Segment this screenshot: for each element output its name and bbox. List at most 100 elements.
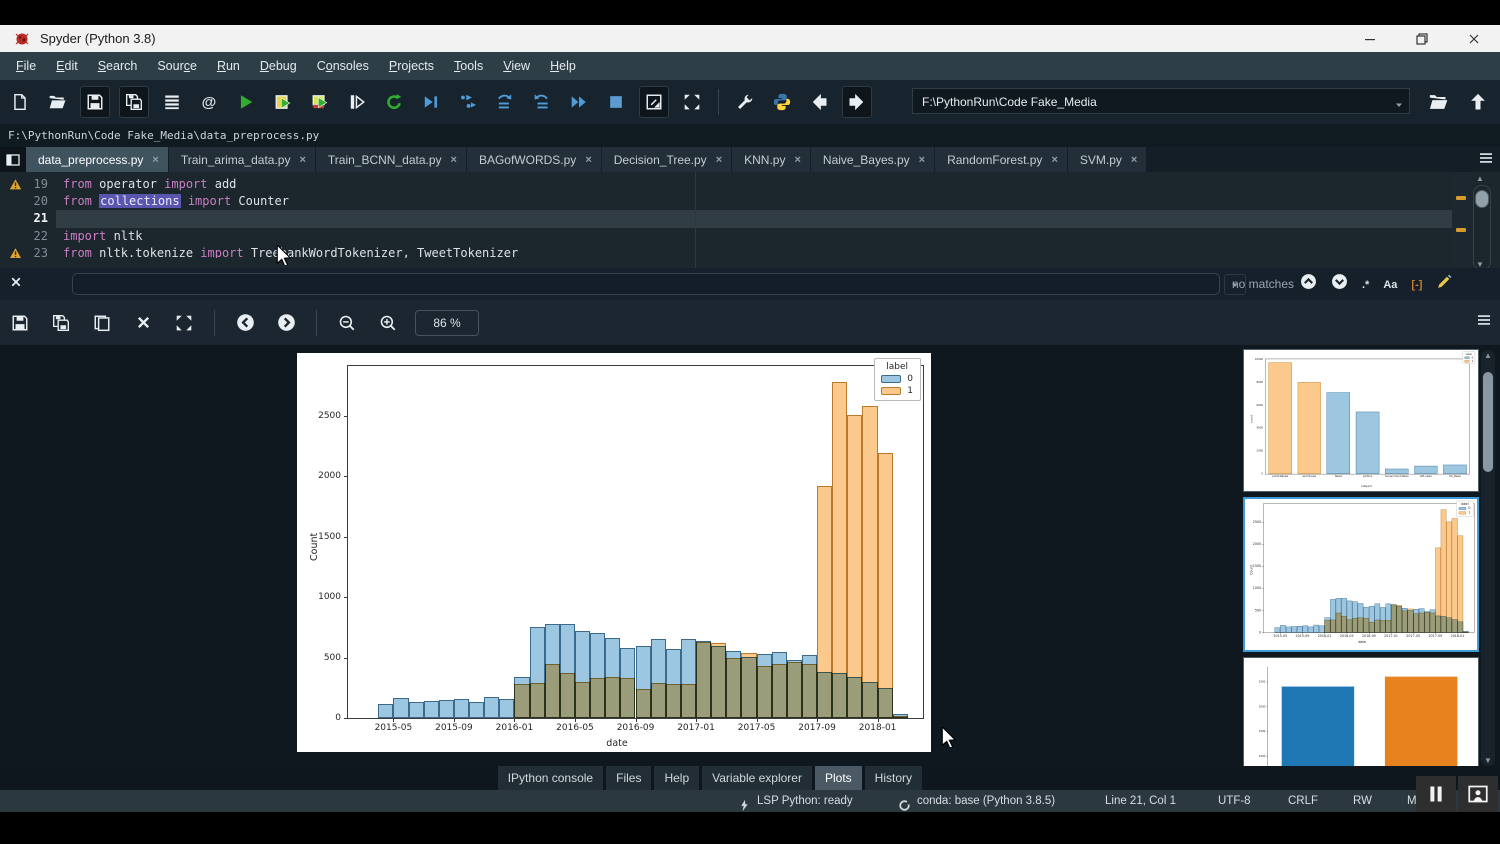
tab-RandomForest.py[interactable]: RandomForest.py× <box>935 147 1067 172</box>
close-tab-icon[interactable]: × <box>299 154 305 166</box>
menu-debug[interactable]: Debug <box>250 52 307 80</box>
step-over-button[interactable] <box>491 87 519 117</box>
presenter-view-button[interactable] <box>1458 776 1498 812</box>
code-line-20[interactable]: 20from collections import Counter <box>0 193 1500 210</box>
rerun-cell-button[interactable] <box>380 87 408 117</box>
run-selection-button[interactable] <box>343 87 371 117</box>
pane-tab-ipython-console[interactable]: IPython console <box>498 766 603 790</box>
menu-edit[interactable]: Edit <box>46 52 88 80</box>
new-file-button[interactable] <box>6 87 34 117</box>
regex-button[interactable]: .* <box>1362 275 1369 293</box>
maximize-pane-button[interactable] <box>639 86 669 118</box>
stop-button[interactable] <box>602 87 630 117</box>
python-interpreter-button[interactable] <box>768 87 796 117</box>
plot-thumbnail-length-bar[interactable]: 5001000150020002500 <box>1243 657 1479 767</box>
tab-Naive_Bayes.py[interactable]: Naive_Bayes.py× <box>811 147 934 172</box>
close-tab-icon[interactable]: × <box>794 154 800 166</box>
tab-Train_arima_data.py[interactable]: Train_arima_data.py× <box>169 147 315 172</box>
menu-file[interactable]: File <box>6 52 46 80</box>
save-all-button[interactable] <box>119 86 149 118</box>
editor-scrollbar[interactable]: ▲ ▼ <box>1471 174 1493 268</box>
code-line-23[interactable]: 23from nltk.tokenize import TreebankWord… <box>0 245 1500 258</box>
editor-options-menu-icon[interactable] <box>1478 150 1494 166</box>
restore-button[interactable] <box>1396 25 1448 52</box>
pause-recording-button[interactable] <box>1416 776 1456 812</box>
scrollbar-thumb[interactable] <box>1475 190 1489 208</box>
menu-tools[interactable]: Tools <box>444 52 493 80</box>
thumbnail-scrollbar[interactable]: ▲ ▼ <box>1481 350 1495 766</box>
back-button[interactable] <box>805 87 833 117</box>
pane-tab-variable-explorer[interactable]: Variable explorer <box>702 766 812 790</box>
close-icon[interactable] <box>10 276 22 288</box>
plot-thumbnail-subject-bar[interactable]: politicsNewsworldnewsNewspoliticsGovernm… <box>1243 349 1479 492</box>
continue-button[interactable] <box>565 87 593 117</box>
warning-flag[interactable] <box>1456 228 1466 232</box>
close-tab-icon[interactable]: × <box>919 154 925 166</box>
pane-tab-files[interactable]: Files <box>606 766 651 790</box>
close-tab-icon[interactable]: × <box>451 154 457 166</box>
menu-run[interactable]: Run <box>207 52 250 80</box>
close-tab-icon[interactable]: × <box>1051 154 1057 166</box>
previous-plot-button[interactable] <box>231 308 259 338</box>
close-tab-icon[interactable]: × <box>585 154 591 166</box>
search-input[interactable] <box>72 273 1220 295</box>
file-switcher-button[interactable] <box>158 87 186 117</box>
whole-words-button[interactable]: [-] <box>1411 275 1422 293</box>
symbol-finder-button[interactable]: @ <box>195 87 223 117</box>
pane-tab-help[interactable]: Help <box>654 766 699 790</box>
tab-Train_BCNN_data.py[interactable]: Train_BCNN_data.py× <box>316 147 466 172</box>
tab-KNN.py[interactable]: KNN.py× <box>732 147 810 172</box>
tab-BAGofWORDS.py[interactable]: BAGofWORDS.py× <box>467 147 601 172</box>
code-area[interactable]: 19from operator import add20from collect… <box>0 172 1500 258</box>
code-line-19[interactable]: 19from operator import add <box>0 176 1500 193</box>
menu-projects[interactable]: Projects <box>379 52 444 80</box>
code-line-21[interactable]: 21 <box>0 210 1500 227</box>
run-button[interactable] <box>232 87 260 117</box>
debug-cell-button[interactable] <box>454 87 482 117</box>
close-tab-icon[interactable]: × <box>1131 154 1137 166</box>
copy-plot-button[interactable] <box>88 308 116 338</box>
close-button[interactable] <box>1448 25 1500 52</box>
warning-flag[interactable] <box>1456 196 1466 200</box>
save-all-plots-button[interactable] <box>47 308 75 338</box>
forward-button[interactable] <box>842 86 872 118</box>
code-line-22[interactable]: 22import nltk <box>0 228 1500 245</box>
find-previous-button[interactable] <box>1300 273 1317 295</box>
close-tab-icon[interactable]: × <box>716 154 722 166</box>
zoom-out-button[interactable] <box>333 308 361 338</box>
browse-tabs-icon[interactable] <box>0 147 26 172</box>
plot-thumbnail-date-histogram-selected[interactable]: 050010001500200025002015-052015-092016-0… <box>1243 497 1479 652</box>
menu-consoles[interactable]: Consoles <box>307 52 379 80</box>
code-editor[interactable]: 19from operator import add20from collect… <box>0 172 1500 268</box>
menu-search[interactable]: Search <box>88 52 148 80</box>
preferences-button[interactable] <box>731 87 759 117</box>
close-tab-icon[interactable]: × <box>152 154 158 166</box>
minimize-button[interactable] <box>1344 25 1396 52</box>
highlight-matches-button[interactable] <box>1436 273 1453 295</box>
next-plot-button[interactable] <box>272 308 300 338</box>
remove-plot-button[interactable] <box>129 308 157 338</box>
open-directory-button[interactable] <box>1424 87 1452 117</box>
debug-file-button[interactable] <box>417 87 445 117</box>
run-cell-advance-button[interactable] <box>306 87 334 117</box>
working-directory-input[interactable]: F:\PythonRun\Code Fake_Media <box>912 88 1410 114</box>
find-next-button[interactable] <box>1331 273 1348 295</box>
pane-tab-plots[interactable]: Plots <box>815 766 862 790</box>
save-plot-button[interactable] <box>6 308 34 338</box>
save-button[interactable] <box>80 86 110 118</box>
tab-data_preprocess.py[interactable]: data_preprocess.py× <box>26 147 168 172</box>
scrollbar-thumb[interactable] <box>1483 372 1493 472</box>
run-cell-button[interactable] <box>269 87 297 117</box>
tab-Decision_Tree.py[interactable]: Decision_Tree.py× <box>602 147 731 172</box>
menu-view[interactable]: View <box>493 52 540 80</box>
fullscreen-button[interactable] <box>678 87 706 117</box>
menu-help[interactable]: Help <box>540 52 586 80</box>
zoom-in-button[interactable] <box>374 308 402 338</box>
plots-options-menu-icon[interactable] <box>1476 312 1492 328</box>
case-sensitive-button[interactable]: Aa <box>1383 275 1397 293</box>
parent-directory-button[interactable] <box>1464 87 1492 117</box>
step-return-button[interactable] <box>528 87 556 117</box>
open-file-button[interactable] <box>43 87 71 117</box>
pane-tab-history[interactable]: History <box>865 766 922 790</box>
chevron-down-icon[interactable] <box>1393 99 1405 111</box>
